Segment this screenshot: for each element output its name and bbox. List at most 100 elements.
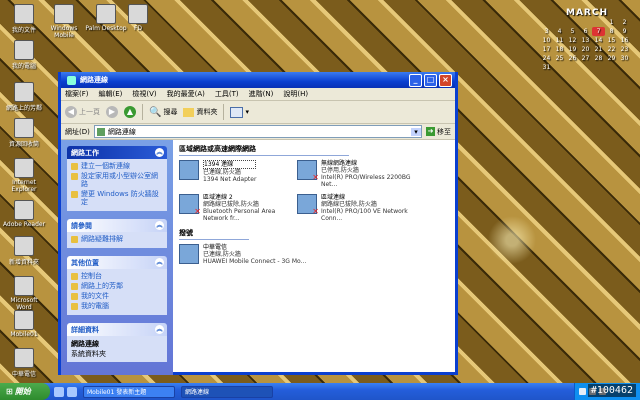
desktop-icon[interactable]: 網路上的芳鄰: [2, 82, 46, 112]
forward-button[interactable]: ▶: [106, 106, 118, 118]
connection-item[interactable]: 無線網路連線已停用,防火牆Intel(R) PRO/Wireless 2200B…: [297, 160, 415, 188]
task-link[interactable]: 我的電腦: [71, 302, 163, 310]
tray-icon[interactable]: [579, 388, 586, 395]
go-button[interactable]: ➜ 移至: [426, 127, 451, 137]
desktop-icon[interactable]: 我的文件: [2, 4, 46, 34]
title-bar[interactable]: 網路連線 _ □ ×: [61, 72, 455, 88]
pdf-icon: [14, 200, 34, 220]
calendar-day: 28: [594, 55, 603, 62]
address-input[interactable]: 網路連線 ▾: [93, 125, 422, 138]
collapse-icon[interactable]: ︽: [155, 258, 164, 267]
connection-name: 1394 連線: [203, 160, 257, 169]
task-link[interactable]: 變更 Windows 防火牆設定: [71, 190, 163, 206]
group-header: 區域網路或高速網際網路: [179, 144, 349, 156]
connection-item[interactable]: 區域連線 2網路線已拔除,防火牆Bluetooth Personal Area …: [179, 194, 297, 222]
menu-edit[interactable]: 編輯(E): [99, 89, 123, 99]
desktop-icon[interactable]: FD: [116, 4, 160, 32]
close-button[interactable]: ×: [439, 73, 452, 87]
calendar-day: 20: [581, 46, 590, 53]
menu-favorites[interactable]: 我的最愛(A): [167, 89, 205, 99]
details-panel: 詳細資料 ︽ 網路連線 系統資料夾: [67, 323, 167, 362]
up-folder-button[interactable]: ▲: [124, 106, 136, 118]
start-button[interactable]: ⊞ 開始: [0, 383, 50, 400]
network-folder-icon: [96, 127, 105, 136]
menu-advanced[interactable]: 進階(N): [249, 89, 274, 99]
connection-status: 已連線,防火牆: [203, 251, 241, 258]
connection-item[interactable]: 1394 連線 已連線,防火牆 1394 Net Adapter: [179, 160, 297, 188]
toolbar-separator: [142, 104, 143, 120]
my-documents-icon: [71, 293, 78, 300]
panel-header[interactable]: 其他位置 ︽: [67, 256, 167, 269]
panel-header[interactable]: 請參閱 ︽: [67, 219, 167, 232]
chevron-down-icon[interactable]: ▾: [411, 127, 421, 136]
calendar-day: 10: [542, 37, 551, 44]
task-link[interactable]: 控制台: [71, 272, 163, 280]
task-link[interactable]: 網路上的芳鄰: [71, 282, 163, 290]
collapse-icon[interactable]: ︽: [155, 148, 164, 157]
menu-file[interactable]: 檔案(F): [65, 89, 89, 99]
show-desktop-icon[interactable]: [67, 386, 77, 397]
task-link[interactable]: 我的文件: [71, 292, 163, 300]
views-button[interactable]: ▾: [230, 106, 249, 118]
connection-device: 1394 Net Adapter: [203, 176, 257, 183]
task-link-label: 建立一個新連線: [81, 162, 130, 170]
start-label: 開始: [14, 387, 31, 396]
calendar-day: 6: [583, 28, 588, 35]
desktop-icon[interactable]: 新增資料夾: [2, 236, 46, 266]
back-button[interactable]: ◀ 上一頁: [65, 106, 100, 118]
menu-view[interactable]: 檢視(V): [132, 89, 156, 99]
panel-header[interactable]: 詳細資料 ︽: [67, 323, 167, 336]
desktop-icon-label: 我的文件: [11, 27, 36, 34]
search-label: 搜尋: [163, 108, 178, 116]
desktop-icon[interactable]: 我的電腦: [2, 40, 46, 70]
address-value: 網路連線: [107, 127, 136, 136]
menu-tools[interactable]: 工具(T): [215, 89, 239, 99]
panel-title: 詳細資料: [71, 325, 99, 334]
taskbar-task[interactable]: 網路連線: [181, 385, 273, 398]
connection-item[interactable]: 中華電信 已連線,防火牆 HUAWEI Mobile Connect - 3G Mo…: [179, 244, 319, 265]
calendar-day: 18: [555, 46, 564, 53]
window-title: 網路連線: [80, 76, 108, 84]
desktop-icon[interactable]: 中華電信: [2, 348, 46, 378]
panel-title: 其他位置: [71, 258, 99, 267]
task-link[interactable]: 設定家用或小型辦公室網路: [71, 172, 163, 188]
desktop-icon[interactable]: 資源回收筒: [2, 118, 46, 148]
desktop-icon[interactable]: Mobile01: [2, 310, 46, 338]
collapse-icon[interactable]: ︽: [155, 221, 164, 230]
desktop-icon-label: Microsoft Word: [10, 297, 38, 311]
connection-name: 無線網路連線: [321, 160, 358, 167]
network-places-icon: [71, 283, 78, 290]
taskbar-task[interactable]: Mobile01 發表新主題: [83, 385, 175, 398]
desktop-icon-label: 網路上的芳鄰: [5, 105, 42, 112]
wireless-connection-disabled-icon: [297, 160, 319, 182]
app-icon: [128, 4, 148, 24]
panel-header[interactable]: 網路工作 ︽: [67, 146, 167, 159]
calendar-day: 29: [607, 55, 616, 62]
folders-button[interactable]: 資料夾: [183, 107, 217, 117]
calendar-day: 5: [570, 28, 575, 35]
my-computer-icon: [71, 303, 78, 310]
desktop-icon[interactable]: Microsoft Word: [2, 276, 46, 311]
internet-explorer-icon: [14, 158, 34, 178]
desktop-icon[interactable]: Adobe Reader: [2, 200, 46, 228]
internet-explorer-icon[interactable]: [54, 386, 64, 397]
app-icon: [96, 4, 116, 24]
calendar-day: 2: [622, 19, 627, 26]
calendar-day: 30: [620, 55, 629, 62]
menu-help[interactable]: 說明(H): [283, 89, 308, 99]
desktop-icon[interactable]: Windows Mobile: [42, 4, 86, 39]
task-link[interactable]: 網路疑難排解: [71, 235, 163, 243]
network-connection-unplugged-icon: [179, 194, 201, 216]
toolbar-separator: [223, 104, 225, 120]
task-link[interactable]: 建立一個新連線: [71, 162, 163, 170]
desktop-icon-label: Mobile01: [10, 331, 38, 338]
dialup-connection-icon: [179, 244, 199, 264]
connection-item[interactable]: 區域連線網路線已拔除,防火牆Intel(R) PRO/100 VE Networ…: [297, 194, 415, 222]
collapse-icon[interactable]: ︽: [155, 325, 164, 334]
calendar-day: 19: [568, 46, 577, 53]
maximize-button[interactable]: □: [424, 73, 437, 87]
calendar-day: 26: [568, 55, 577, 62]
search-button[interactable]: 🔍 搜尋: [149, 107, 177, 118]
desktop-icon[interactable]: Internet Explorer: [2, 158, 46, 193]
minimize-button[interactable]: _: [409, 73, 422, 87]
